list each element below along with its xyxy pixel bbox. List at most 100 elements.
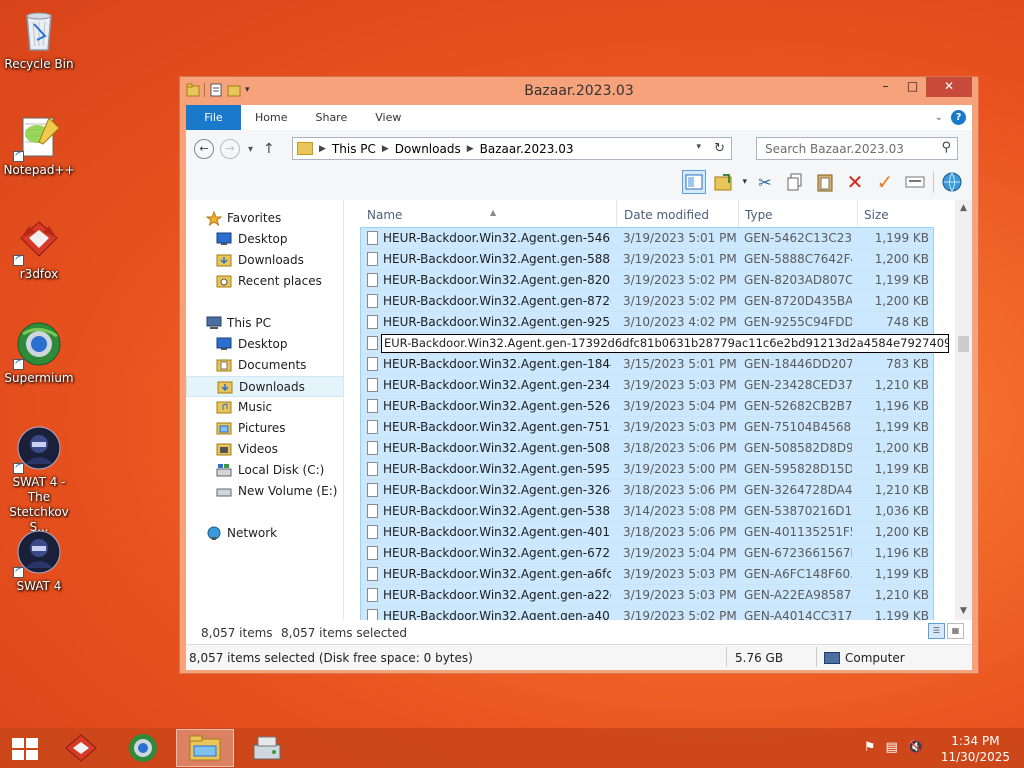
- navigation-bar: ← → ▾ ↑ ▶ This PC ▶ Downloads ▶ Bazaar.2…: [186, 130, 972, 168]
- breadcrumb-current[interactable]: Bazaar.2023.03: [480, 142, 574, 156]
- action-center-flag-icon[interactable]: ⚑: [864, 740, 876, 755]
- address-bar[interactable]: ▶ This PC ▶ Downloads ▶ Bazaar.2023.03 ▾…: [292, 137, 732, 160]
- minimize-button[interactable]: –: [872, 77, 899, 97]
- taskbar-r3dfox[interactable]: [52, 729, 110, 767]
- nav-music[interactable]: Music: [186, 397, 344, 418]
- desktop-icon-label: Supermium: [4, 371, 74, 385]
- cut-icon[interactable]: ✂: [753, 170, 777, 194]
- nav-downloads[interactable]: Downloads: [186, 376, 344, 397]
- large-icons-view-icon[interactable]: ▦: [947, 623, 964, 639]
- nav-network[interactable]: Network: [186, 523, 344, 544]
- file-row[interactable]: HEUR-Backdoor.Win32.Agent.gen-5462c... 3/…: [361, 228, 933, 249]
- desktop-icon-notepadpp[interactable]: Notepad++: [0, 112, 78, 178]
- column-divider[interactable]: [738, 200, 739, 227]
- nav-favorites-desktop[interactable]: Desktop: [186, 229, 344, 250]
- nav-favorites-downloads[interactable]: Downloads: [186, 250, 344, 271]
- taskbar-supermium[interactable]: [114, 729, 172, 767]
- column-header-date[interactable]: Date modified: [624, 208, 709, 222]
- file-row[interactable]: HEUR-Backdoor.Win32.Agent.gen-a6fc1... 3/…: [361, 564, 933, 585]
- nav-new-volume-e[interactable]: New Volume (E:): [186, 481, 344, 502]
- column-header-type[interactable]: Type: [745, 208, 773, 222]
- chevron-right-icon[interactable]: ▶: [467, 144, 474, 154]
- desktop-icon-swat4-stetchkov[interactable]: SWAT 4 - The Stetchkov S...: [0, 424, 78, 535]
- scroll-down-icon[interactable]: ▼: [955, 603, 972, 620]
- tab-share[interactable]: Share: [301, 105, 361, 130]
- scroll-up-icon[interactable]: ▲: [955, 200, 972, 217]
- breadcrumb-downloads[interactable]: Downloads: [395, 142, 461, 156]
- file-row[interactable]: HEUR-Backdoor.Win32.Agent.gen-8203a... 3/…: [361, 270, 933, 291]
- search-input[interactable]: Search Bazaar.2023.03 ⚲: [756, 137, 958, 160]
- file-name: HEUR-Backdoor.Win32.Agent.gen-75104...: [383, 420, 611, 434]
- dropdown-icon[interactable]: ▾: [742, 177, 747, 187]
- file-row[interactable]: HEUR-Backdoor.Win32.Agent.gen-9255c... 3/…: [361, 312, 933, 333]
- desktop-icon-swat4[interactable]: SWAT 4: [0, 528, 78, 594]
- column-header-size[interactable]: Size: [864, 208, 889, 222]
- back-button[interactable]: ←: [194, 139, 214, 159]
- taskbar-file-explorer[interactable]: [176, 729, 234, 767]
- file-row[interactable]: HEUR-Backdoor.Win32.Agent.gen-52682... 3/…: [361, 396, 933, 417]
- file-row[interactable]: HEUR-Backdoor.Win32.Agent.gen-8720d... 3/…: [361, 291, 933, 312]
- recent-locations-icon[interactable]: ▾: [248, 144, 253, 155]
- delete-icon[interactable]: ✕: [843, 170, 867, 194]
- paste-icon[interactable]: [813, 170, 837, 194]
- chevron-right-icon[interactable]: ▶: [382, 144, 389, 154]
- rename-check-icon[interactable]: ✓: [873, 170, 897, 194]
- select-all-icon[interactable]: [903, 170, 927, 194]
- drive-utility-icon: [253, 736, 281, 760]
- copy-icon[interactable]: [783, 170, 807, 194]
- column-header-name[interactable]: Name: [367, 208, 402, 222]
- chevron-right-icon[interactable]: ▶: [319, 144, 326, 154]
- nav-recent-places[interactable]: Recent places: [186, 271, 344, 292]
- nav-desktop[interactable]: Desktop: [186, 334, 344, 355]
- desktop-icon-recycle-bin[interactable]: Recycle Bin: [0, 6, 78, 72]
- file-row[interactable]: HEUR-Backdoor.Win32.Agent.gen-23428... 3/…: [361, 375, 933, 396]
- file-row[interactable]: HEUR-Backdoor.Win32.Agent.gen-a22ea... 3/…: [361, 585, 933, 606]
- help-icon[interactable]: ?: [951, 110, 966, 125]
- refresh-icon[interactable]: ↻: [714, 141, 725, 156]
- scrollbar-thumb[interactable]: [958, 336, 969, 352]
- volume-muted-icon[interactable]: 🔇: [908, 740, 924, 755]
- folder-properties-icon[interactable]: [712, 170, 736, 194]
- close-button[interactable]: ✕: [926, 77, 972, 97]
- file-row[interactable]: HEUR-Backdoor.Win32.Agent.gen-40113... 3/…: [361, 522, 933, 543]
- maximize-button[interactable]: □: [899, 77, 926, 97]
- tab-home[interactable]: Home: [241, 105, 301, 130]
- nav-videos[interactable]: Videos: [186, 439, 344, 460]
- globe-icon[interactable]: [940, 170, 964, 194]
- start-button[interactable]: [12, 738, 38, 760]
- column-divider[interactable]: [616, 200, 617, 227]
- file-row[interactable]: HEUR-Backdoor.Win32.Agent.gen-5888c... 3/…: [361, 249, 933, 270]
- file-row[interactable]: HEUR-Backdoor.Win32.Agent.gen-59582... 3/…: [361, 459, 933, 480]
- file-row[interactable]: HEUR-Backdoor.Win32.Agent.gen-67236... 3/…: [361, 543, 933, 564]
- file-row[interactable]: HEUR-Backdoor.Win32.Agent.gen-53870... 3/…: [361, 501, 933, 522]
- title-bar[interactable]: ▾ Bazaar.2023.03 – □ ✕: [180, 77, 978, 105]
- preview-pane-icon[interactable]: [682, 170, 707, 194]
- file-row[interactable]: HEUR-Backdoor.Win32.Agent.gen-75104... 3/…: [361, 417, 933, 438]
- column-divider[interactable]: [857, 200, 858, 227]
- vertical-scrollbar[interactable]: ▲ ▼: [955, 200, 972, 620]
- taskbar-drive-utility[interactable]: [238, 729, 296, 767]
- file-row[interactable]: EUR-Backdoor.Win32.Agent.gen-17392d6dfc8…: [361, 333, 949, 354]
- nav-this-pc[interactable]: This PC: [186, 313, 344, 334]
- nav-favorites[interactable]: Favorites: [186, 208, 344, 229]
- file-row[interactable]: HEUR-Backdoor.Win32.Agent.gen-18446... 3/…: [361, 354, 933, 375]
- forward-button[interactable]: →: [220, 139, 240, 159]
- nav-local-disk-c[interactable]: Local Disk (C:): [186, 460, 344, 481]
- file-row[interactable]: HEUR-Backdoor.Win32.Agent.gen-50858... 3/…: [361, 438, 933, 459]
- expand-ribbon-icon[interactable]: ⌄: [935, 112, 943, 123]
- nav-documents[interactable]: Documents: [186, 355, 344, 376]
- address-dropdown-icon[interactable]: ▾: [696, 142, 701, 152]
- details-view-icon[interactable]: ☰: [928, 623, 945, 639]
- breadcrumb-this-pc[interactable]: This PC: [332, 142, 376, 156]
- nav-pictures[interactable]: Pictures: [186, 418, 344, 439]
- file-type: GEN-18446DD207...: [744, 357, 852, 371]
- tab-file[interactable]: File: [186, 105, 241, 130]
- desktop-icon-supermium[interactable]: Supermium: [0, 320, 78, 386]
- tab-view[interactable]: View: [361, 105, 415, 130]
- up-button[interactable]: ↑: [263, 141, 275, 157]
- network-icon[interactable]: ▤: [886, 740, 898, 755]
- taskbar-clock[interactable]: 1:34 PM 11/30/2025: [941, 733, 1010, 765]
- desktop-icon-r3dfox[interactable]: r3dfox: [0, 216, 78, 282]
- file-row[interactable]: HEUR-Backdoor.Win32.Agent.gen-32647... 3/…: [361, 480, 933, 501]
- rename-input[interactable]: EUR-Backdoor.Win32.Agent.gen-17392d6dfc8…: [381, 334, 949, 353]
